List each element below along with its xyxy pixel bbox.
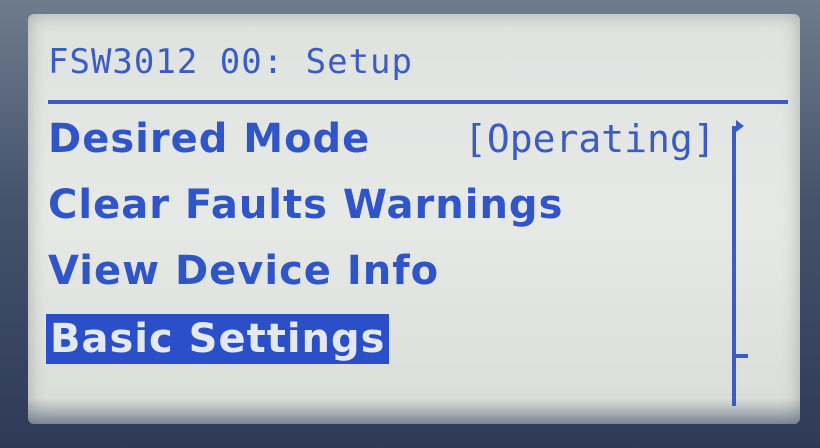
screen-lower-edge bbox=[28, 398, 800, 424]
title-divider bbox=[48, 100, 788, 104]
scrollbar-position-marker bbox=[732, 354, 748, 358]
lcd-screen: FSW3012 00: Setup Desired Mode [Operatin… bbox=[28, 14, 800, 424]
menu-item-basic-settings[interactable]: Basic Settings bbox=[46, 314, 390, 364]
scroll-up-arrow-icon bbox=[736, 120, 744, 132]
scrollbar-track[interactable] bbox=[732, 126, 736, 406]
menu-item-view-device-info[interactable]: View Device Info bbox=[48, 246, 439, 296]
menu-item-desired-mode[interactable]: Desired Mode bbox=[48, 114, 370, 164]
screen-title: FSW3012 00: Setup bbox=[48, 42, 413, 82]
menu-item-clear-faults-warnings[interactable]: Clear Faults Warnings bbox=[48, 180, 563, 230]
desired-mode-value: [Operating] bbox=[464, 117, 716, 161]
